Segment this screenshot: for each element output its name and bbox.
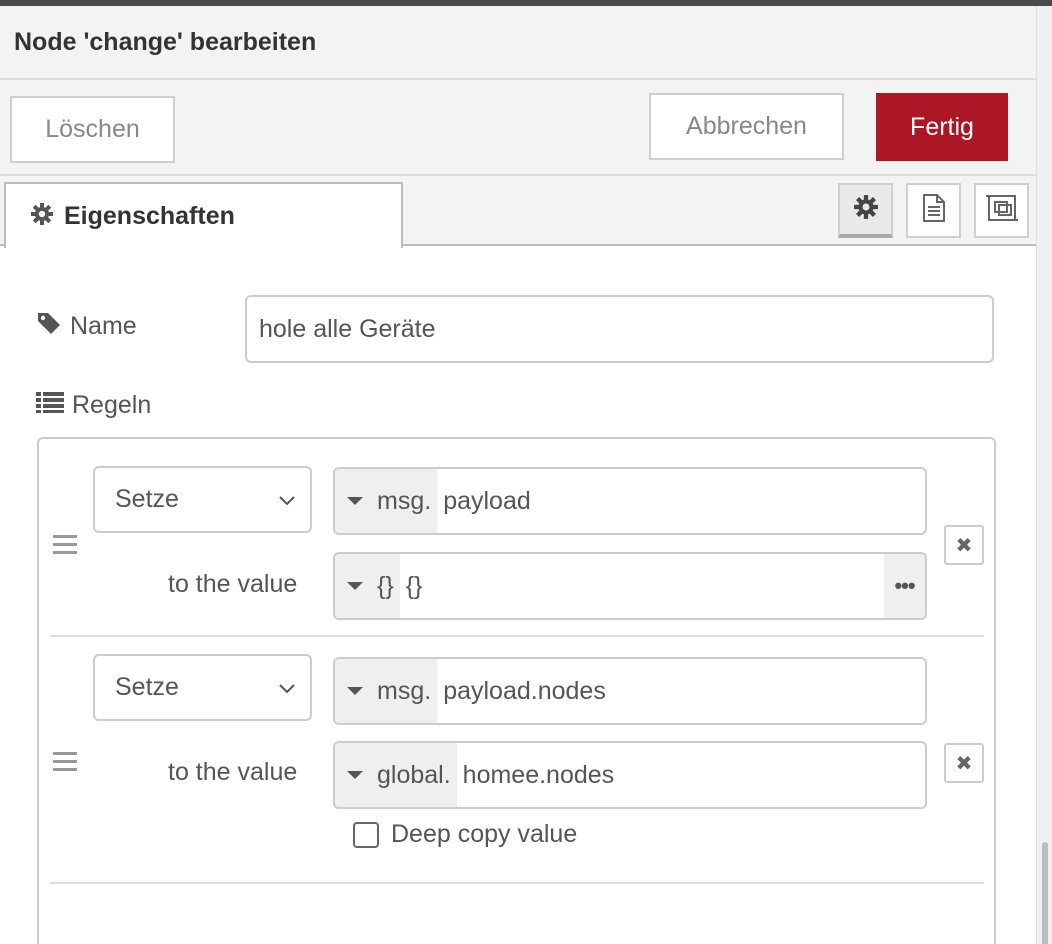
deep-copy-checkbox[interactable] (353, 821, 379, 848)
appearance-tab-button[interactable] (974, 183, 1029, 238)
cancel-button[interactable]: Abbrechen (649, 93, 844, 160)
rule-value-input[interactable]: global. homee.nodes (333, 741, 927, 809)
rule-divider (50, 882, 984, 884)
gear-icon (853, 194, 879, 225)
scrollbar-thumb[interactable] (1042, 842, 1048, 944)
target-value[interactable]: payload (437, 469, 925, 533)
rule-target-input[interactable]: msg. payload (333, 467, 927, 535)
drag-handle-icon[interactable] (53, 752, 77, 776)
rules-label: Regeln (36, 390, 151, 421)
properties-tab-button[interactable] (838, 183, 893, 238)
caret-down-icon (347, 771, 363, 779)
rule-target-input[interactable]: msg. payload.nodes (333, 657, 927, 725)
chevron-down-icon (278, 485, 296, 514)
drag-handle-icon[interactable] (53, 535, 77, 559)
rule-action-value: Setze (115, 673, 179, 701)
name-label: Name (36, 310, 137, 343)
remove-rule-button[interactable]: ✖ (944, 525, 984, 565)
document-icon (921, 193, 947, 228)
name-input[interactable]: hole alle Geräte (245, 295, 994, 363)
caret-down-icon (347, 497, 363, 505)
tab-bar: Eigenschaften (0, 176, 1036, 248)
target-type-label: msg. (377, 676, 432, 705)
frame-icon (985, 193, 1018, 228)
rule-action-value: Setze (115, 485, 179, 513)
caret-down-icon (347, 687, 363, 695)
tray-toolbar: Löschen Abbrechen Fertig (0, 80, 1036, 176)
gear-icon (30, 202, 54, 231)
deep-copy-option[interactable]: Deep copy value (353, 820, 577, 849)
value-text[interactable]: {} (400, 554, 884, 618)
scrollbar[interactable] (1036, 6, 1052, 944)
tab-properties[interactable]: Eigenschaften (4, 182, 403, 248)
remove-rule-button[interactable]: ✖ (944, 743, 984, 783)
value-text[interactable]: homee.nodes (457, 743, 925, 807)
rule-divider (50, 635, 984, 637)
expand-editor-button[interactable]: ••• (884, 554, 925, 618)
rule-action-select[interactable]: Setze (93, 654, 312, 721)
target-type-button[interactable]: msg. (335, 469, 438, 533)
list-icon (36, 390, 64, 421)
value-type-label: global. (377, 760, 451, 789)
delete-button[interactable]: Löschen (10, 96, 175, 163)
value-type-button[interactable]: {} (335, 554, 400, 618)
caret-down-icon (347, 582, 363, 590)
value-type-label: {} (377, 571, 394, 600)
description-tab-button[interactable] (906, 183, 961, 238)
value-type-button[interactable]: global. (335, 743, 457, 807)
target-value[interactable]: payload.nodes (437, 659, 925, 723)
target-type-button[interactable]: msg. (335, 659, 438, 723)
name-label-text: Name (70, 312, 137, 340)
chevron-down-icon (278, 673, 296, 702)
tray-header: Node 'change' bearbeiten (0, 6, 1036, 80)
rule-value-input[interactable]: {} {} ••• (333, 552, 927, 620)
rule-action-select[interactable]: Setze (93, 466, 312, 533)
rules-label-text: Regeln (72, 391, 152, 419)
target-type-label: msg. (377, 486, 432, 515)
to-the-value-label: to the value (168, 758, 298, 786)
to-the-value-label: to the value (168, 570, 298, 598)
dialog-title: Node 'change' bearbeiten (14, 28, 317, 56)
done-button[interactable]: Fertig (876, 93, 1008, 161)
tab-properties-label: Eigenschaften (64, 201, 235, 230)
tag-icon (36, 310, 62, 343)
deep-copy-label: Deep copy value (391, 820, 578, 848)
